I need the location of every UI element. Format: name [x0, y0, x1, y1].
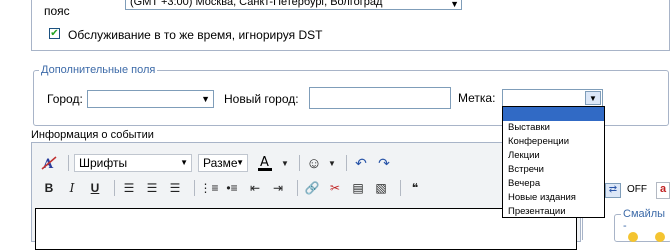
- format-style-icon[interactable]: A: [40, 154, 58, 172]
- insert-file-icon[interactable]: ▤: [349, 179, 367, 197]
- chevron-down-icon: ▼: [450, 0, 459, 9]
- timezone-label: пояс: [44, 4, 70, 18]
- svg-text:A: A: [260, 155, 269, 170]
- editor-text-area[interactable]: [35, 208, 577, 250]
- new-city-label: Новый город:: [224, 92, 299, 106]
- underline-icon[interactable]: U: [86, 179, 104, 197]
- tag-option[interactable]: Вечера: [503, 177, 604, 191]
- dst-checkbox[interactable]: ✔: [49, 28, 60, 39]
- tag-select[interactable]: ▼: [502, 89, 603, 107]
- remove-link-icon[interactable]: ✂: [326, 179, 344, 197]
- city-select[interactable]: ▼: [87, 90, 214, 108]
- toolbar-separator: [297, 180, 298, 196]
- dst-label: Обслуживание в то же время, игнорируя DS…: [68, 28, 323, 42]
- bullet-list-icon[interactable]: •≡: [223, 179, 241, 197]
- smiley-icon[interactable]: [628, 232, 638, 242]
- spellcheck-icon[interactable]: a: [656, 182, 670, 199]
- chevron-down-icon[interactable]: ▼: [281, 154, 289, 172]
- tag-option-empty[interactable]: [503, 107, 604, 121]
- tag-option[interactable]: Новые издания: [503, 191, 604, 205]
- tag-label: Метка:: [458, 91, 496, 105]
- timezone-value: (GMT +3:00) Москва, Санкт-Петербург, Вол…: [130, 0, 383, 8]
- smiles-legend: Смайлы -: [621, 208, 670, 232]
- tag-option[interactable]: Конференции: [503, 135, 604, 149]
- toggle-off-label: OFF: [627, 184, 647, 195]
- toolbar-separator: [346, 155, 347, 171]
- tag-dropdown-list: Выставки Конференции Лекции Встречи Вече…: [502, 106, 605, 218]
- tag-option[interactable]: Встречи: [503, 163, 604, 177]
- redo-icon[interactable]: ↷: [375, 154, 393, 172]
- italic-icon[interactable]: I: [63, 179, 81, 197]
- align-right-icon[interactable]: ☰: [166, 179, 184, 197]
- numbered-list-icon[interactable]: ⋮≡: [200, 179, 219, 197]
- editor-toolbar-row-1: A Шрифты ▼ Разме ▼ A ▼ ☺ ▼ ↶ ↷: [32, 152, 580, 174]
- toolbar-separator: [400, 180, 401, 196]
- toolbar-separator: [114, 180, 115, 196]
- outdent-icon[interactable]: ⇤: [246, 179, 264, 197]
- extra-fields-legend: Дополнительные поля: [39, 64, 158, 76]
- tag-option[interactable]: Лекции: [503, 149, 604, 163]
- bold-icon[interactable]: B: [40, 179, 58, 197]
- timezone-select[interactable]: (GMT +3:00) Москва, Санкт-Петербург, Вол…: [125, 0, 462, 10]
- quote-icon[interactable]: ❝: [406, 179, 424, 197]
- font-size-select[interactable]: Разме ▼: [198, 154, 248, 172]
- undo-icon[interactable]: ↶: [352, 154, 370, 172]
- tag-option[interactable]: Выставки: [503, 121, 604, 135]
- align-center-icon[interactable]: ☰: [143, 179, 161, 197]
- new-city-input[interactable]: [309, 87, 451, 109]
- chevron-down-icon[interactable]: ▼: [328, 154, 336, 172]
- city-label: Город:: [47, 92, 83, 106]
- font-family-label: Шрифты: [79, 156, 128, 170]
- chevron-down-icon: ▼: [180, 158, 188, 167]
- chevron-down-icon: ▼: [201, 94, 210, 104]
- font-size-label: Разме: [203, 156, 238, 170]
- emoticon-icon[interactable]: ☺: [305, 154, 323, 172]
- tag-option[interactable]: Презентации: [503, 205, 604, 219]
- font-color-icon[interactable]: A: [254, 154, 276, 172]
- rich-text-editor: A Шрифты ▼ Разме ▼ A ▼ ☺ ▼ ↶ ↷ B I U ☰ ☰…: [31, 142, 581, 250]
- toolbar-separator: [299, 155, 300, 171]
- toolbar-separator: [68, 155, 69, 171]
- font-family-select[interactable]: Шрифты ▼: [74, 154, 192, 172]
- toggle-mode-icon[interactable]: ⇄: [605, 183, 621, 198]
- chevron-down-icon[interactable]: ▼: [585, 91, 601, 105]
- chevron-down-icon: ▼: [236, 158, 244, 167]
- event-info-title: Информация о событии: [31, 129, 154, 141]
- insert-link-icon[interactable]: 🔗: [303, 179, 321, 197]
- editor-toolbar-row-2: B I U ☰ ☰ ☰ ⋮≡ •≡ ⇤ ⇥ 🔗 ✂ ▤ ▧ ❝: [32, 177, 580, 199]
- indent-icon[interactable]: ⇥: [269, 179, 287, 197]
- smiley-icon[interactable]: [655, 232, 665, 242]
- insert-image-icon[interactable]: ▧: [372, 179, 390, 197]
- toolbar-separator: [194, 180, 195, 196]
- align-left-icon[interactable]: ☰: [120, 179, 138, 197]
